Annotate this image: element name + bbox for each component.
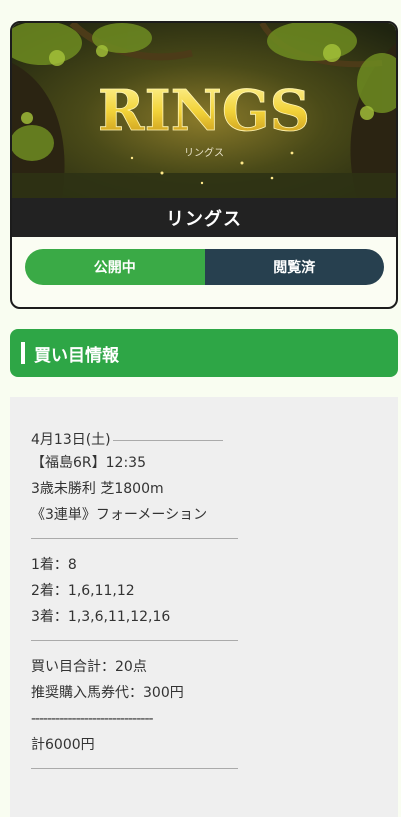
section-title: 買い目情報 xyxy=(34,345,119,366)
race-condition: 3歳未勝利 芝1800m xyxy=(31,481,164,497)
total-points: 買い目合計：20点 xyxy=(31,659,147,675)
race-venue-time: 【福島6R】12:35 xyxy=(31,455,146,471)
banner-sub-text: リングス xyxy=(184,146,224,159)
banner-image: RINGS リングス xyxy=(12,23,396,198)
total-amount: 計6000円 xyxy=(31,737,95,753)
pick-second: 2着：1,6,11,12 xyxy=(31,583,135,599)
banner-logo-text: RINGS xyxy=(98,78,310,144)
pick-first: 1着：8 xyxy=(31,557,77,573)
bet-type: 《3連単》フォーメーション xyxy=(31,507,208,523)
recommended-amount: 推奨購入馬券代：300円 xyxy=(31,685,184,701)
summary-block: 買い目合計：20点 推奨購入馬券代：300円 -----------------… xyxy=(31,654,184,758)
status-row: 公開中 閲覧済 xyxy=(25,249,384,285)
card-title: リングス xyxy=(166,208,242,230)
divider xyxy=(31,768,238,769)
tipster-card[interactable]: RINGS リングス リングス 公開中 閲覧済 xyxy=(10,21,398,309)
date-divider xyxy=(112,439,223,441)
picks-block: 1着：8 2着：1,6,11,12 3着：1,3,6,11,12,16 xyxy=(31,552,170,630)
section-header: 買い目情報 xyxy=(10,329,398,377)
dash-line: ------------------------------ xyxy=(31,711,154,727)
card-title-bar: リングス xyxy=(12,198,396,237)
divider xyxy=(31,538,238,539)
section-header-bar xyxy=(21,342,25,364)
status-public-badge: 公開中 xyxy=(25,249,205,285)
race-info-block: 【福島6R】12:35 3歳未勝利 芝1800m 《3連単》フォーメーション xyxy=(31,450,207,528)
pick-third: 3着：1,3,6,11,12,16 xyxy=(31,609,171,625)
bet-info-content: 4月13日(土) 【福島6R】12:35 3歳未勝利 芝1800m 《3連単》フ… xyxy=(10,397,398,817)
divider xyxy=(31,640,238,641)
status-viewed-badge: 閲覧済 xyxy=(204,249,384,285)
